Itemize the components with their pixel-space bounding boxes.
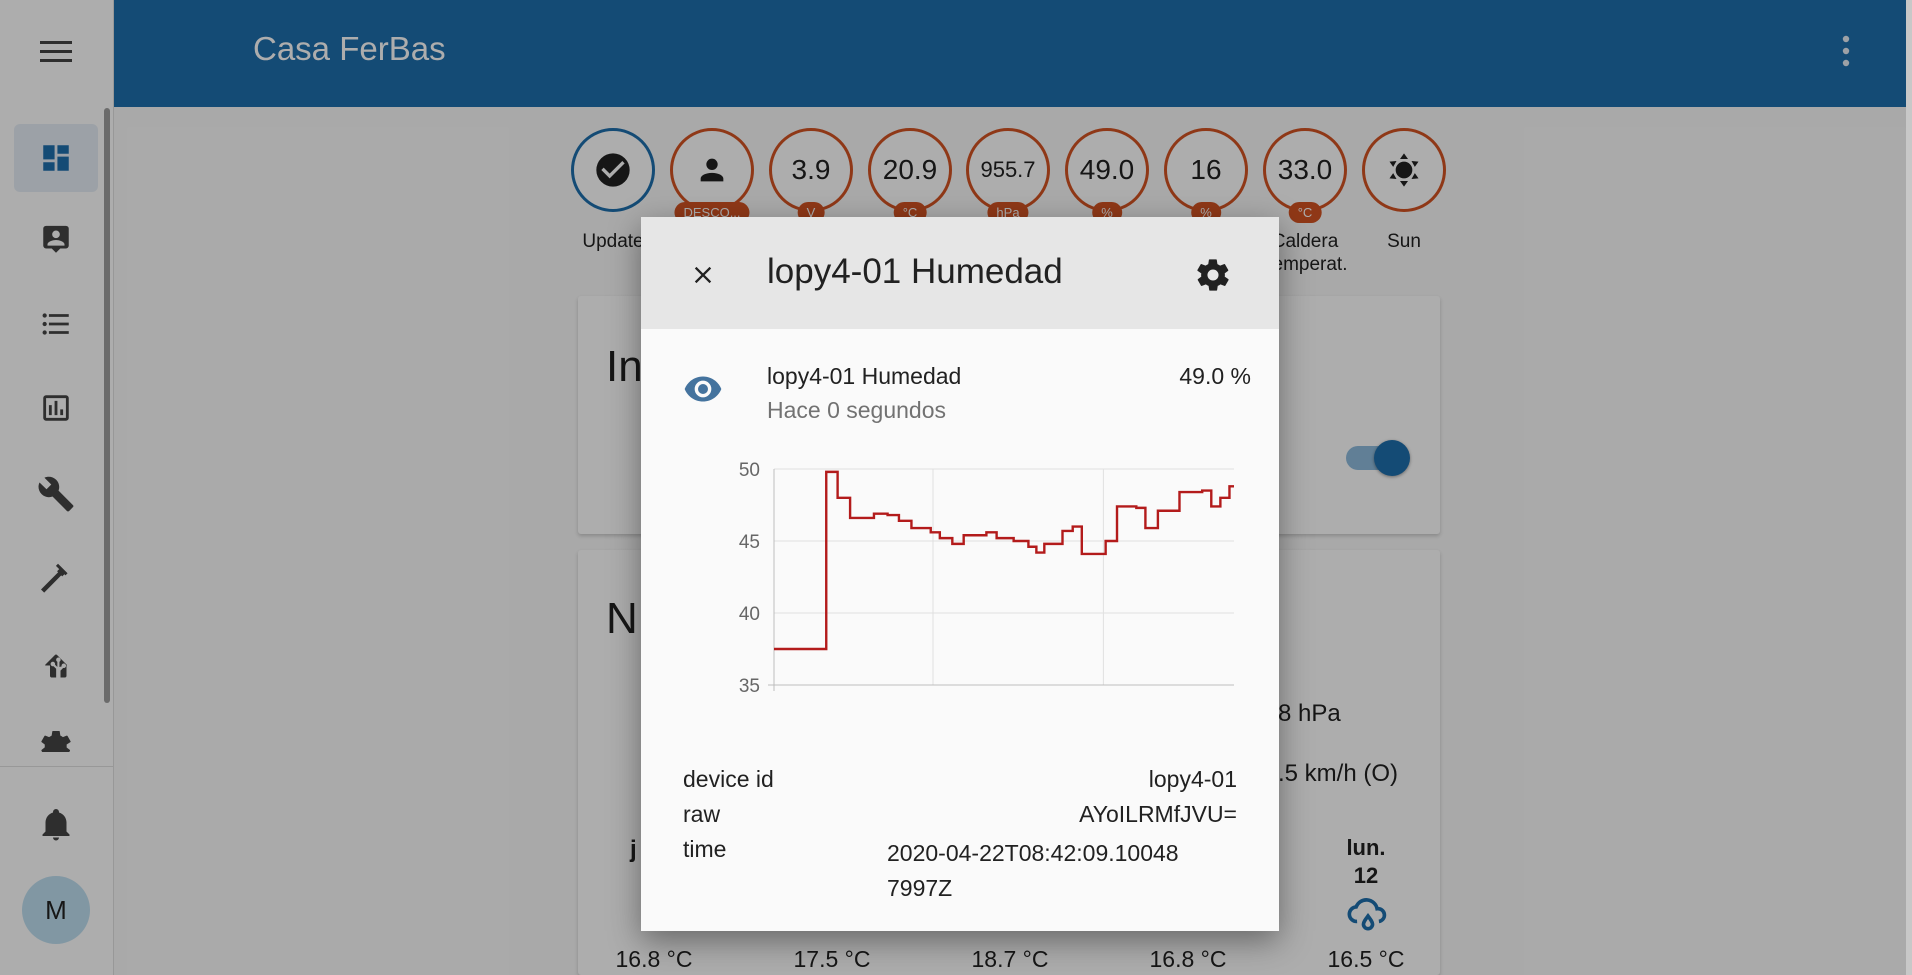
- y-tick-label: 50: [739, 460, 760, 481]
- dialog-title: lopy4-01 Humedad: [767, 252, 1063, 291]
- eye-icon: [681, 367, 725, 411]
- attr-time-value: 2020-04-22T08:42:09.100487997Z: [887, 840, 1179, 901]
- more-info-dialog: lopy4-01 Humedad lopy4-01 Humedad 49.0 %…: [641, 217, 1279, 931]
- humidity-series-line: [774, 470, 1234, 651]
- attr-time-label: time: [683, 836, 727, 862]
- attr-device-id-value: lopy4-01: [1148, 766, 1237, 792]
- settings-gear-icon[interactable]: [1191, 253, 1235, 297]
- attr-raw-label: raw: [683, 801, 721, 827]
- entity-state: 49.0 %: [1179, 363, 1251, 389]
- history-chart[interactable]: 5045403510:1610:31: [681, 449, 1239, 705]
- y-tick-label: 35: [739, 676, 760, 697]
- y-tick-label: 45: [739, 532, 760, 553]
- y-tick-label: 40: [739, 604, 760, 625]
- window-scrollbar[interactable]: [1906, 0, 1912, 975]
- close-icon[interactable]: [681, 253, 725, 297]
- attr-raw-value: AYoILRMfJVU=: [1079, 801, 1237, 827]
- attr-device-id-label: device id: [683, 766, 774, 792]
- entity-last-changed: Hace 0 segundos: [767, 397, 947, 423]
- entity-name: lopy4-01 Humedad: [767, 363, 962, 389]
- dialog-header: lopy4-01 Humedad: [641, 217, 1279, 329]
